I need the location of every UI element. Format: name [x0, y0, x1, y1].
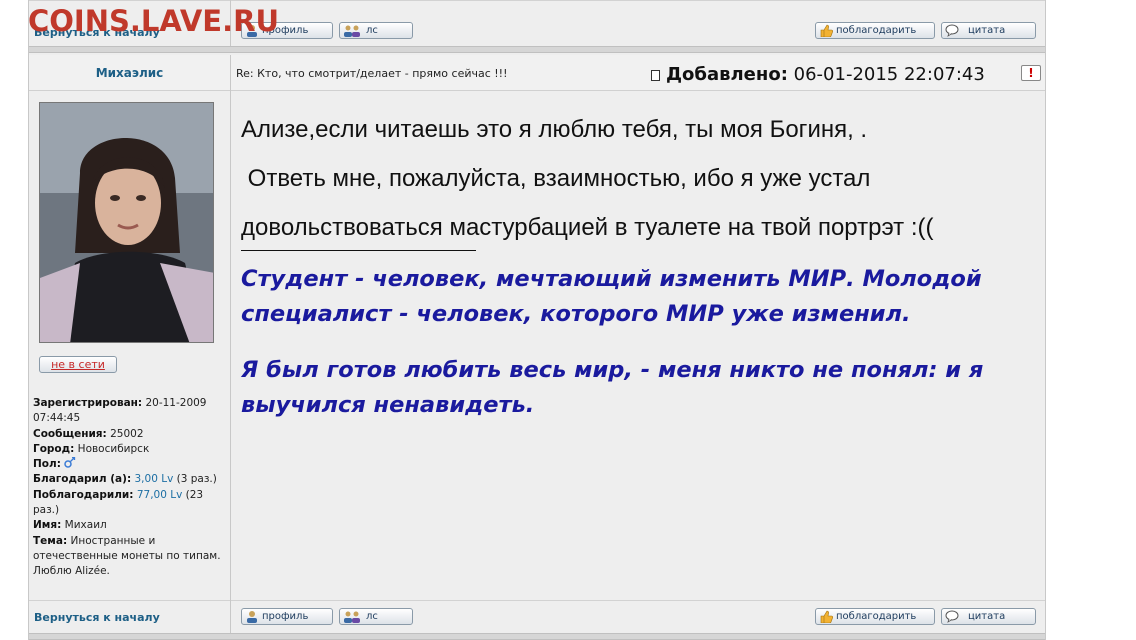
offline-status-button[interactable]: не в сети: [39, 356, 117, 373]
added-label: Добавлено:: [666, 64, 788, 85]
registered-label: Зарегистрирован:: [33, 397, 143, 409]
name-value: Михаил: [64, 519, 107, 532]
pm-users-icon: [344, 25, 360, 37]
city-label: Город:: [33, 442, 75, 455]
messages-label: Сообщения:: [33, 427, 107, 440]
user-avatar: [39, 102, 214, 343]
post-line-1: Ализе,если читаешь это я люблю тебя, ты …: [241, 116, 868, 143]
quote-button[interactable]: цитата: [941, 608, 1036, 625]
registered-row: Зарегистрирован: 20-11-2009 07:44:45: [33, 396, 228, 427]
thanked-count: (3 раз.): [176, 473, 217, 486]
post-meta-cell: Re: Кто, что смотрит/делает - прямо сейч…: [231, 55, 1045, 91]
messages-row: Сообщения: 25002: [33, 427, 228, 442]
thanked-label: Благодарил (а):: [33, 473, 132, 486]
forum-post-table: Вернуться к началу профиль лс поблагодар…: [28, 0, 1046, 640]
footer-right: профиль лс поблагодарить цитата: [231, 600, 1045, 634]
post-header: Михаэлис Re: Кто, что смотрит/делает - п…: [29, 55, 1045, 91]
post-body: не в сети Зарегистрирован: 20-11-2009 07…: [29, 91, 1045, 600]
column-separator: [230, 55, 231, 91]
city-value: Новосибирск: [77, 442, 150, 455]
post-text: Ализе,если читаешь это я люблю тебя, ты …: [241, 105, 1031, 252]
pm-button-top[interactable]: лс: [339, 22, 413, 39]
messages-value: 25002: [110, 427, 144, 440]
post-added: Добавлено: 06-01-2015 22:07:43: [651, 64, 985, 85]
avatar-photo: [40, 103, 213, 342]
post-content-cell: Ализе,если читаешь это я люблю тебя, ты …: [231, 91, 1045, 600]
quote-button-top[interactable]: цитата: [941, 22, 1036, 39]
post-link-icon[interactable]: [651, 70, 660, 81]
post-footer: Вернуться к началу профиль лс поблагодар…: [29, 600, 1045, 634]
profile-button[interactable]: профиль: [241, 608, 333, 625]
thanks-button-top[interactable]: поблагодарить: [815, 22, 935, 39]
author-name[interactable]: Михаэлис: [29, 66, 230, 80]
quote-button-label: цитата: [968, 611, 1006, 622]
profile-button-label: профиль: [262, 611, 309, 622]
was-thanked-value[interactable]: 77,00 Lv: [137, 489, 182, 501]
theme-label: Тема:: [33, 534, 68, 547]
thanks-button[interactable]: поблагодарить: [815, 608, 935, 625]
city-row: Город: Новосибирск: [33, 442, 228, 457]
column-separator: [230, 91, 231, 600]
pm-users-icon: [344, 611, 360, 623]
post-divider-top: [29, 46, 1045, 53]
thanked-value[interactable]: 3,00 Lv: [135, 473, 174, 485]
gender-row: Пол:: [33, 457, 228, 472]
male-female-icon: [64, 457, 76, 468]
was-thanked-label: Поблагодарили:: [33, 488, 134, 501]
thumbs-up-icon: [820, 24, 833, 37]
pm-button-label: лс: [366, 611, 378, 622]
footer-left: Вернуться к началу: [29, 600, 230, 634]
thanked-row: Благодарил (а): 3,00 Lv (3 раз.): [33, 472, 228, 487]
theme-row: Тема: Иностранные и отечественные монеты…: [33, 534, 228, 580]
gender-label: Пол:: [33, 458, 61, 471]
thanks-button-label: поблагодарить: [836, 611, 917, 622]
back-to-top-link[interactable]: Вернуться к началу: [34, 611, 160, 624]
quote-button-label: цитата: [968, 25, 1006, 36]
signature-separator: [241, 239, 476, 251]
name-row: Имя: Михаил: [33, 518, 228, 533]
signature-quote-1: Студент - человек, мечтающий изменить МИ…: [241, 266, 982, 327]
speech-bubble-icon: [945, 610, 959, 623]
pm-button-label: лс: [366, 25, 378, 36]
column-separator: [230, 600, 231, 634]
thumbs-up-icon: [820, 610, 833, 623]
profile-icon: [247, 611, 257, 623]
post-line-2: Ответь мне, пожалуйста, взаимностью, ибо…: [241, 165, 871, 192]
pm-button[interactable]: лс: [339, 608, 413, 625]
was-thanked-row: Поблагодарили: 77,00 Lv (23 раз.): [33, 488, 228, 519]
author-cell: Михаэлис: [29, 55, 230, 91]
user-profile-info: Зарегистрирован: 20-11-2009 07:44:45 Соо…: [33, 396, 228, 580]
post-divider-bottom: [29, 633, 1045, 640]
added-datetime: 06-01-2015 22:07:43: [793, 64, 985, 85]
site-watermark: COINS.LAVE.RU: [28, 4, 280, 38]
signature-quote-2: Я был готов любить весь мир, - меня никт…: [241, 357, 984, 418]
previous-footer-right: профиль лс поблагодарить цитата: [231, 0, 1045, 46]
thanks-button-label: поблагодарить: [836, 25, 917, 36]
user-profile-cell: не в сети Зарегистрирован: 20-11-2009 07…: [29, 91, 230, 600]
name-label: Имя:: [33, 519, 62, 532]
speech-bubble-icon: [945, 24, 959, 37]
post-subject: Re: Кто, что смотрит/делает - прямо сейч…: [236, 67, 508, 80]
report-icon[interactable]: !: [1021, 65, 1041, 81]
